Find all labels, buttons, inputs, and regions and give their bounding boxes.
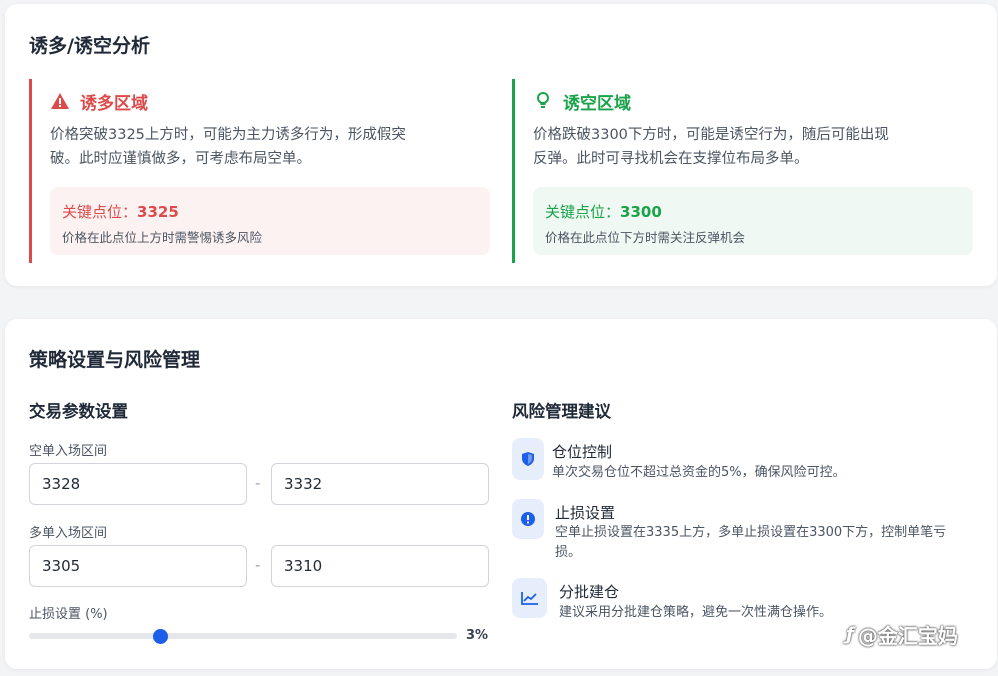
watermark: ƒ @金汇宝妈 <box>846 620 958 649</box>
watermark-text: @金汇宝妈 <box>857 624 958 648</box>
bull-trap-zone: 诱多区域 价格突破3325上方时，可能为主力诱多行为，形成假突破。此时应谨慎做多… <box>29 79 491 263</box>
bull-key-value: 3325 <box>137 203 179 221</box>
range-separator: - <box>255 556 261 574</box>
risk-item-title: 止损设置 <box>555 504 616 522</box>
warning-triangle-icon <box>50 91 70 111</box>
analysis-title: 诱多/诱空分析 <box>29 35 150 57</box>
short-range-label: 空单入场区间 <box>29 444 108 459</box>
bear-trap-zone: 诱空区域 价格跌破3300下方时，可能是诱空行为，随后可能出现反弹。此时可寻找机… <box>512 79 974 263</box>
range-separator: - <box>255 474 261 492</box>
bear-zone-description: 价格跌破3300下方时，可能是诱空行为，随后可能出现反弹。此时可寻找机会在支撑位… <box>533 127 889 167</box>
bear-key-note: 价格在此点位下方时需关注反弹机会 <box>545 230 746 245</box>
short-entry-from-input[interactable] <box>29 463 247 505</box>
strategy-card: 策略设置与风险管理 交易参数设置 空单入场区间 - 多单入场区间 - 止损设置 … <box>5 319 997 669</box>
risk-item-desc: 空单止损设置在3335上方，多单止损设置在3300下方，控制单笔亏损。 <box>555 525 947 560</box>
shield-icon <box>512 438 544 480</box>
alert-circle-icon <box>512 499 544 539</box>
risk-item-desc: 单次交易仓位不超过总资金的5%，确保风险可控。 <box>552 465 846 480</box>
bull-key-note: 价格在此点位上方时需警惕诱多风险 <box>62 230 263 245</box>
long-range-label: 多单入场区间 <box>29 526 108 541</box>
bull-key-label: 关键点位： <box>62 203 138 221</box>
long-entry-to-input[interactable] <box>271 545 489 587</box>
watermark-logo-icon: ƒ <box>846 624 854 645</box>
risk-item-title: 仓位控制 <box>552 443 613 461</box>
bull-key-level-box: 关键点位：3325 价格在此点位上方时需警惕诱多风险 <box>50 187 490 255</box>
stop-loss-value: 3% <box>466 628 489 643</box>
bear-zone-title: 诱空区域 <box>563 93 631 114</box>
bull-zone-title: 诱多区域 <box>80 93 148 114</box>
analysis-card: 诱多/诱空分析 诱多区域 价格突破3325上方时，可能为主力诱多行为，形成假突破… <box>5 4 997 286</box>
stop-loss-slider[interactable] <box>29 628 457 644</box>
risk-title: 风险管理建议 <box>512 402 611 421</box>
bear-key-level-box: 关键点位：3300 价格在此点位下方时需关注反弹机会 <box>533 187 973 255</box>
chart-line-icon <box>512 578 547 618</box>
long-entry-from-input[interactable] <box>29 545 247 587</box>
bear-key-label: 关键点位： <box>545 203 621 221</box>
stop-loss-label: 止损设置 (%) <box>29 607 108 622</box>
bull-zone-description: 价格突破3325上方时，可能为主力诱多行为，形成假突破。此时应谨慎做多，可考虑布… <box>50 127 406 167</box>
bear-key-value: 3300 <box>620 203 662 221</box>
risk-item-title: 分批建仓 <box>559 583 620 601</box>
lightbulb-icon <box>533 91 553 111</box>
short-entry-to-input[interactable] <box>271 463 489 505</box>
strategy-title: 策略设置与风险管理 <box>29 349 201 371</box>
params-title: 交易参数设置 <box>29 402 128 421</box>
stop-loss-slider-thumb[interactable] <box>152 628 168 644</box>
